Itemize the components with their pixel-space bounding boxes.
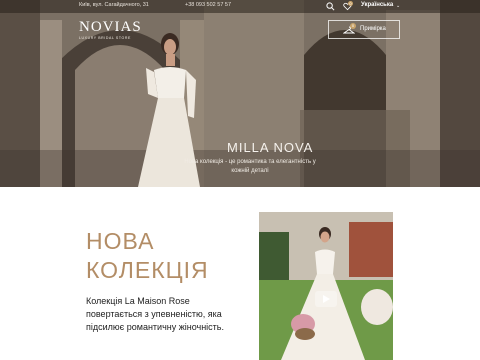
store-address[interactable]: Київ, вул. Сагайдачного, 31 — [79, 2, 149, 8]
fitting-label: Примірка — [360, 26, 386, 32]
hero-title: MILLA NOVA — [227, 140, 314, 155]
collection-title-line1: НОВА — [86, 228, 155, 254]
logo-name: NOVIAS — [79, 19, 142, 35]
collection-description: Колекція La Maison Rose повертається з у… — [86, 296, 224, 332]
novias-logo[interactable]: NOVIAS LUXURY BRIDAL STORE — [79, 19, 142, 41]
collection-photo-image — [259, 212, 393, 360]
hero-banner[interactable]: Київ, вул. Сагайдачного, 31 +38 093 502 … — [0, 0, 480, 187]
hero-caption: Нова колекція - це романтика та елегантн… — [184, 159, 316, 174]
collection-title: НОВА КОЛЕКЦІЯ — [86, 227, 209, 285]
language-selector[interactable]: Українська — [361, 2, 393, 8]
phone-link[interactable]: +38 093 502 57 57 — [185, 2, 231, 8]
logo-tagline: LUXURY BRIDAL STORE — [79, 36, 131, 40]
play-icon[interactable] — [315, 291, 337, 307]
fitting-count-badge: 0 — [350, 23, 356, 29]
top-bar: Київ, вул. Сагайдачного, 31 +38 093 502 … — [0, 0, 480, 13]
collection-video-thumbnail[interactable] — [259, 212, 393, 360]
chevron-down-icon[interactable]: ⌄ — [396, 3, 400, 9]
search-icon[interactable] — [326, 2, 335, 11]
wishlist-count-badge: 0 — [348, 1, 353, 6]
fitting-button[interactable]: 0 Примірка — [328, 20, 400, 39]
collection-title-line2: КОЛЕКЦІЯ — [86, 257, 209, 283]
